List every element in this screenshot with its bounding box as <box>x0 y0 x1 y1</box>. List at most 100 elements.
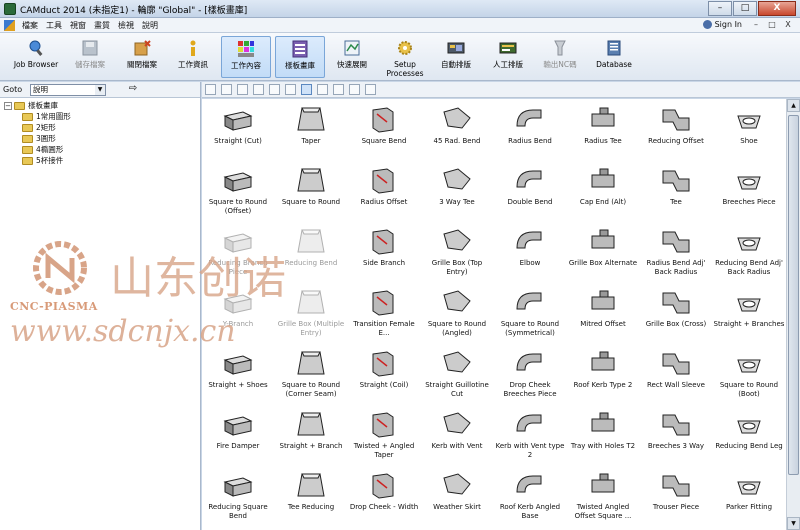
pattern-item[interactable]: Reducing Bend Leg <box>713 404 785 465</box>
tree-root[interactable]: − 樣板畫庫 <box>4 100 200 111</box>
pattern-item[interactable]: Double Bend <box>494 160 566 221</box>
document-icon[interactable] <box>4 20 15 31</box>
nc-output-button[interactable]: 輸出NC碼 <box>540 36 580 78</box>
job-browser-button[interactable]: Job Browser <box>8 36 64 78</box>
pattern-item[interactable]: Radius Tee <box>567 99 639 160</box>
tree-item[interactable]: 2矩形 <box>4 122 200 133</box>
database-button[interactable]: Database <box>592 36 636 78</box>
sign-in-link[interactable]: Sign In <box>702 20 742 29</box>
pattern-item[interactable]: Straight (Cut) <box>202 99 274 160</box>
details-view-icon[interactable] <box>349 84 360 95</box>
menu-view[interactable]: 檢視 <box>114 20 138 31</box>
goto-go-button[interactable]: ⇨ <box>126 83 140 96</box>
pattern-item[interactable]: Reducing Branch Piece <box>202 221 274 282</box>
pattern-item[interactable]: Straight (Coil) <box>348 343 420 404</box>
menu-file[interactable]: 檔案 <box>18 20 42 31</box>
pattern-item[interactable]: Tee Reducing <box>275 465 347 526</box>
auto-nest-button[interactable]: 自動排版 <box>436 36 476 78</box>
mdi-close-button[interactable]: X <box>780 19 796 31</box>
pattern-item[interactable]: Shoe <box>713 99 785 160</box>
tree-item[interactable]: 1常用圖形 <box>4 111 200 122</box>
mdi-minimize-button[interactable]: – <box>748 19 764 31</box>
small-icons-view-icon[interactable] <box>317 84 328 95</box>
cut-icon[interactable] <box>221 84 232 95</box>
pattern-item[interactable]: Tee <box>640 160 712 221</box>
delete-icon[interactable] <box>269 84 280 95</box>
search-icon[interactable] <box>365 84 376 95</box>
close-file-button[interactable]: 關閉檔案 <box>122 36 162 78</box>
pattern-item[interactable]: Drop Cheek Breeches Piece <box>494 343 566 404</box>
pattern-item[interactable]: Reducing Offset <box>640 99 712 160</box>
tree-item[interactable]: 4橢圓形 <box>4 144 200 155</box>
pattern-item[interactable]: Straight + Branches <box>713 282 785 343</box>
tree-item[interactable]: 5杯接件 <box>4 155 200 166</box>
pattern-item[interactable]: Weather Skirt <box>421 465 493 526</box>
pattern-item[interactable]: Grille Box (Multiple Entry) <box>275 282 347 343</box>
camera-icon[interactable] <box>205 84 216 95</box>
pattern-item[interactable]: Grille Box Alternate <box>567 221 639 282</box>
pattern-item[interactable]: 3 Way Tee <box>421 160 493 221</box>
collapse-icon[interactable]: − <box>4 101 12 110</box>
close-button[interactable]: X <box>758 1 796 16</box>
goto-select[interactable]: 說明 ▼ <box>30 84 106 96</box>
pattern-item[interactable]: Square to Round (Offset) <box>202 160 274 221</box>
paste-icon[interactable] <box>253 84 264 95</box>
list-view-icon[interactable] <box>333 84 344 95</box>
pattern-item[interactable]: Side Branch <box>348 221 420 282</box>
pattern-item[interactable]: Cap End (Alt) <box>567 160 639 221</box>
pattern-item[interactable]: Square Bend <box>348 99 420 160</box>
pattern-item[interactable]: Breeches 3 Way <box>640 404 712 465</box>
scroll-thumb[interactable] <box>788 115 799 475</box>
vertical-scrollbar[interactable]: ▲ ▼ <box>786 99 800 530</box>
manual-nest-button[interactable]: 人工排版 <box>488 36 528 78</box>
setup-processes-button[interactable]: Setup Processes <box>383 36 427 78</box>
pattern-item[interactable]: Twisted + Angled Taper <box>348 404 420 465</box>
pattern-item[interactable]: Kerb with Vent <box>421 404 493 465</box>
pattern-item[interactable]: Square to Round (Corner Seam) <box>275 343 347 404</box>
pattern-item[interactable]: Trouser Piece <box>640 465 712 526</box>
pattern-item[interactable]: Grille Box (Cross) <box>640 282 712 343</box>
pattern-item[interactable]: Straight + Shoes <box>202 343 274 404</box>
pattern-item[interactable]: Fire Damper <box>202 404 274 465</box>
tree-item[interactable]: 3圓形 <box>4 133 200 144</box>
pattern-item[interactable]: Roof Kerb Type 2 <box>567 343 639 404</box>
pattern-item[interactable]: Straight Guillotine Cut <box>421 343 493 404</box>
properties-icon[interactable] <box>285 84 296 95</box>
pattern-item[interactable]: Radius Offset <box>348 160 420 221</box>
pattern-item[interactable]: Elbow <box>494 221 566 282</box>
scroll-down-icon[interactable]: ▼ <box>787 517 800 530</box>
pattern-item[interactable]: Mitred Offset <box>567 282 639 343</box>
job-content-button[interactable]: 工作內容 <box>221 36 271 78</box>
job-info-button[interactable]: 工作資訊 <box>173 36 213 78</box>
pattern-item[interactable]: Straight + Branch <box>275 404 347 465</box>
pattern-item[interactable]: Roof Kerb Angled Base <box>494 465 566 526</box>
maximize-button[interactable]: □ <box>733 1 757 16</box>
scroll-up-icon[interactable]: ▲ <box>787 99 800 112</box>
pattern-item[interactable]: Y-Branch <box>202 282 274 343</box>
pattern-library-button[interactable]: 樣板畫庫 <box>275 36 325 78</box>
pattern-item[interactable]: Reducing Bend <box>275 221 347 282</box>
menu-quality[interactable]: 畫質 <box>90 20 114 31</box>
minimize-button[interactable]: – <box>708 1 732 16</box>
pattern-item[interactable]: Rect Wall Sleeve <box>640 343 712 404</box>
pattern-item[interactable]: Drop Cheek - Width <box>348 465 420 526</box>
pattern-item[interactable]: Tray with Holes T2 <box>567 404 639 465</box>
save-file-button[interactable]: 儲存檔案 <box>70 36 110 78</box>
pattern-item[interactable]: Reducing Bend Adj' Back Radius <box>713 221 785 282</box>
pattern-item[interactable]: 45 Rad. Bend <box>421 99 493 160</box>
pattern-item[interactable]: Parker Fitting <box>713 465 785 526</box>
pattern-item[interactable]: Grille Box (Top Entry) <box>421 221 493 282</box>
mdi-restore-button[interactable]: □ <box>764 19 780 31</box>
pattern-item[interactable]: Taper <box>275 99 347 160</box>
quick-develop-button[interactable]: 快速展開 <box>330 36 374 78</box>
copy-icon[interactable] <box>237 84 248 95</box>
pattern-item[interactable]: Square to Round (Angled) <box>421 282 493 343</box>
menu-help[interactable]: 說明 <box>138 20 162 31</box>
pattern-item[interactable]: Square to Round <box>275 160 347 221</box>
pattern-item[interactable]: Twisted Angled Offset Square ... <box>567 465 639 526</box>
pattern-item[interactable]: Transition Female E... <box>348 282 420 343</box>
menu-window[interactable]: 視窗 <box>66 20 90 31</box>
pattern-item[interactable]: Radius Bend Adj' Back Radius <box>640 221 712 282</box>
pattern-item[interactable]: Breeches Piece <box>713 160 785 221</box>
pattern-item[interactable]: Square to Round (Symmetrical) <box>494 282 566 343</box>
